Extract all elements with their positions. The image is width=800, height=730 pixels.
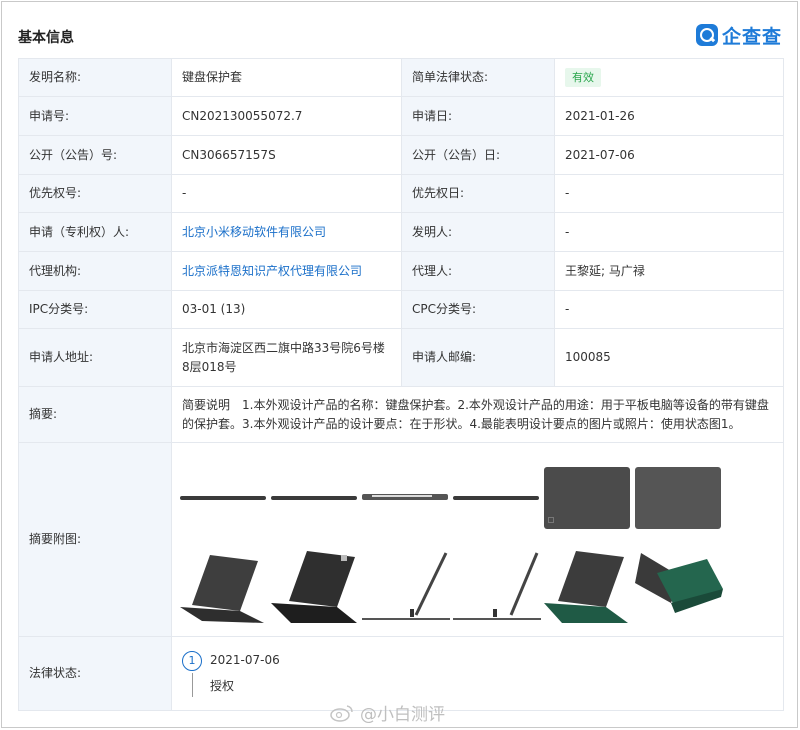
- figure-gallery: [172, 445, 783, 635]
- figure-thumbnail[interactable]: [453, 493, 539, 503]
- timeline-step-status: 授权: [210, 678, 235, 693]
- value-abstract: 简要说明 1.本外观设计产品的名称：键盘保护套。2.本外观设计产品的用途：用于平…: [171, 386, 784, 443]
- value-publication-number: CN306657157S: [171, 135, 402, 175]
- figure-thumbnail[interactable]: [635, 549, 723, 625]
- table-row: 优先权号: - 优先权日: -: [18, 174, 784, 213]
- value-application-number: CN202130055072.7: [171, 96, 402, 136]
- label-figures: 摘要附图:: [18, 442, 172, 637]
- patent-info-table: 发明名称: 键盘保护套 简单法律状态: 有效 申请号: CN2021300550…: [18, 58, 784, 711]
- label-legal-history: 法律状态:: [18, 636, 172, 711]
- label-agency: 代理机构:: [18, 251, 172, 291]
- timeline-step-index: 1: [182, 650, 202, 671]
- applicant-link[interactable]: 北京小米移动软件有限公司: [182, 225, 326, 239]
- table-row: 申请人地址: 北京市海淀区西二旗中路33号院6号楼8层018号 申请人邮编: 1…: [18, 328, 784, 387]
- value-postcode: 100085: [554, 328, 784, 387]
- qichacha-logo[interactable]: 企查查: [695, 23, 782, 48]
- section-header: 基本信息 企查查: [18, 24, 786, 48]
- agency-link[interactable]: 北京派特恩知识产权代理有限公司: [182, 264, 362, 278]
- label-priority-date: 优先权日:: [401, 174, 555, 213]
- value-agent: 王黎延; 马广禄: [554, 251, 784, 291]
- figure-thumbnail[interactable]: [180, 493, 266, 503]
- label-address: 申请人地址:: [18, 328, 172, 387]
- watermark: @小白测评: [330, 700, 445, 725]
- legal-timeline: 1 2021-07-06 授权: [182, 639, 773, 709]
- watermark-text: @小白测评: [360, 705, 445, 725]
- table-row: 摘要附图:: [18, 442, 784, 637]
- value-cpc: -: [554, 290, 784, 329]
- label-application-date: 申请日:: [401, 96, 555, 136]
- table-row: 发明名称: 键盘保护套 简单法律状态: 有效: [18, 58, 784, 97]
- figure-thumbnail[interactable]: [271, 549, 359, 625]
- timeline-step-date: 2021-07-06: [210, 652, 280, 667]
- figure-thumbnail[interactable]: [635, 466, 721, 529]
- label-applicant: 申请（专利权）人:: [18, 212, 172, 252]
- figure-thumbnail[interactable]: [544, 549, 632, 625]
- table-row: 代理机构: 北京派特恩知识产权代理有限公司 代理人: 王黎延; 马广禄: [18, 251, 784, 291]
- label-agent: 代理人:: [401, 251, 555, 291]
- label-cpc: CPC分类号:: [401, 290, 555, 329]
- value-publication-date: 2021-07-06: [554, 135, 784, 175]
- figure-thumbnail[interactable]: [271, 493, 357, 503]
- table-row: 公开（公告）号: CN306657157S 公开（公告）日: 2021-07-0…: [18, 135, 784, 175]
- table-row: 申请（专利权）人: 北京小米移动软件有限公司 发明人: -: [18, 212, 784, 252]
- value-priority-date: -: [554, 174, 784, 213]
- figure-thumbnail[interactable]: [362, 491, 448, 503]
- search-logo-icon: [695, 24, 718, 46]
- value-address: 北京市海淀区西二旗中路33号院6号楼8层018号: [171, 328, 402, 387]
- value-ipc: 03-01 (13): [171, 290, 402, 329]
- section-title: 基本信息: [18, 30, 74, 46]
- label-name: 发明名称:: [18, 58, 172, 97]
- table-row: 申请号: CN202130055072.7 申请日: 2021-01-26: [18, 96, 784, 136]
- label-application-number: 申请号:: [18, 96, 172, 136]
- label-legal-status: 简单法律状态:: [401, 58, 555, 97]
- label-priority-number: 优先权号:: [18, 174, 172, 213]
- timeline-connector: [192, 672, 193, 697]
- label-publication-number: 公开（公告）号:: [18, 135, 172, 175]
- label-abstract: 摘要:: [18, 386, 172, 443]
- label-inventor: 发明人:: [401, 212, 555, 252]
- table-row: IPC分类号: 03-01 (13) CPC分类号: -: [18, 290, 784, 329]
- figure-thumbnail[interactable]: [544, 466, 630, 529]
- figure-thumbnail[interactable]: [180, 551, 268, 625]
- figure-thumbnail[interactable]: [453, 551, 541, 625]
- value-inventor: -: [554, 212, 784, 252]
- value-name: 键盘保护套: [171, 58, 402, 97]
- status-badge: 有效: [565, 68, 601, 87]
- value-application-date: 2021-01-26: [554, 96, 784, 136]
- table-row: 摘要: 简要说明 1.本外观设计产品的名称：键盘保护套。2.本外观设计产品的用途…: [18, 386, 784, 443]
- value-priority-number: -: [171, 174, 402, 213]
- label-postcode: 申请人邮编:: [401, 328, 555, 387]
- weibo-icon: [330, 704, 353, 722]
- label-publication-date: 公开（公告）日:: [401, 135, 555, 175]
- logo-text: 企查查: [721, 25, 782, 48]
- label-ipc: IPC分类号:: [18, 290, 172, 329]
- figure-thumbnail[interactable]: [362, 551, 450, 625]
